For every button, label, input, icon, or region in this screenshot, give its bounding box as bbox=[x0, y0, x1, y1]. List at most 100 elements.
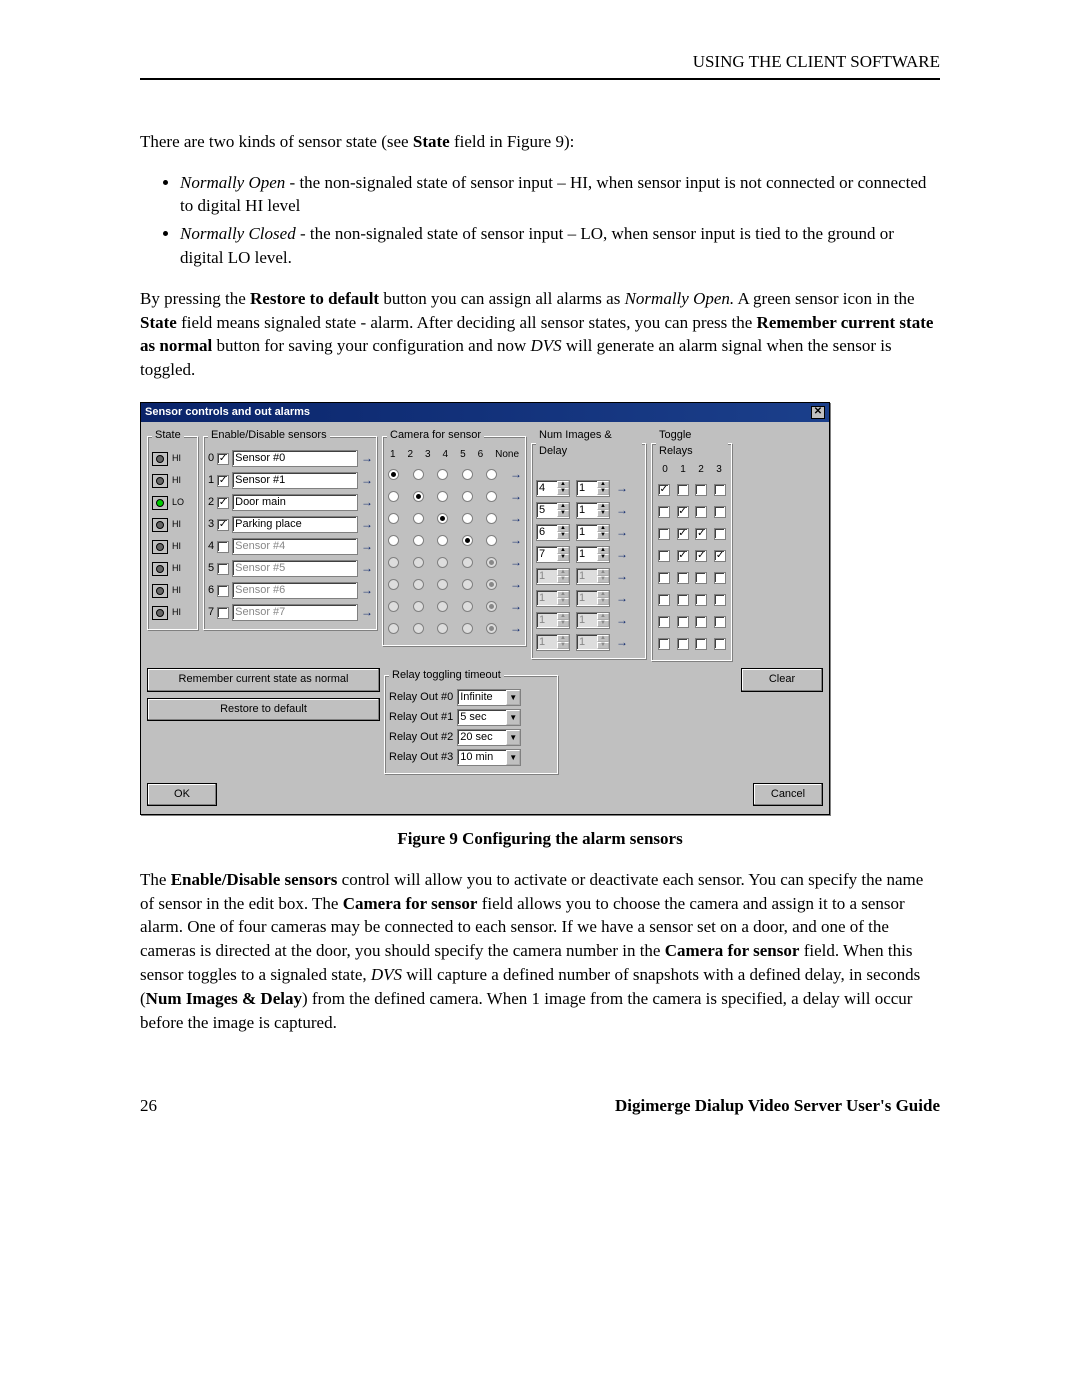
sensor-name-input: Sensor #4 bbox=[232, 538, 358, 555]
camera-radio bbox=[388, 579, 399, 590]
toggle-row: ✓ ✓ ✓ bbox=[656, 545, 728, 567]
relay-toggle-checkbox[interactable] bbox=[658, 506, 670, 518]
enable-checkbox[interactable] bbox=[217, 607, 229, 619]
close-icon[interactable]: ✕ bbox=[811, 406, 825, 419]
enable-checkbox[interactable] bbox=[217, 563, 229, 575]
toggle-row: ✓✓ bbox=[656, 523, 728, 545]
camera-radio[interactable] bbox=[437, 535, 448, 546]
camera-radio[interactable] bbox=[462, 513, 473, 524]
toggle-header-cell: 2 bbox=[698, 463, 704, 477]
camera-radio[interactable] bbox=[462, 535, 473, 546]
chevron-down-icon[interactable]: ▼ bbox=[506, 690, 520, 705]
relay-toggle-checkbox[interactable] bbox=[714, 506, 726, 518]
relay-timeout-select[interactable]: 5 sec▼ bbox=[457, 709, 521, 726]
chevron-down-icon[interactable]: ▼ bbox=[506, 710, 520, 725]
dialog-title: Sensor controls and out alarms bbox=[145, 405, 310, 420]
camera-radio[interactable] bbox=[388, 469, 399, 480]
relay-toggle-checkbox[interactable]: ✓ bbox=[658, 484, 670, 496]
chevron-down-icon[interactable]: ▼ bbox=[506, 750, 520, 765]
post-paragraph: The Enable/Disable sensors control will … bbox=[140, 868, 940, 1035]
arrow-icon: → bbox=[510, 576, 522, 593]
relay-toggle-checkbox[interactable] bbox=[658, 528, 670, 540]
delay-spinner[interactable]: 1▲▼ bbox=[576, 480, 610, 497]
titlebar[interactable]: Sensor controls and out alarms ✕ bbox=[141, 403, 829, 422]
num-images-spinner[interactable]: 5▲▼ bbox=[536, 502, 570, 519]
relay-toggle-checkbox[interactable] bbox=[658, 550, 670, 562]
relay-toggle-checkbox[interactable] bbox=[695, 484, 707, 496]
state-row: HI bbox=[152, 536, 194, 558]
enable-checkbox[interactable] bbox=[217, 585, 229, 597]
numdelay-row: 1▲▼ 1▲▼ → bbox=[536, 609, 642, 631]
numdelay-row: 5▲▼ 1▲▼ → bbox=[536, 499, 642, 521]
camera-radio[interactable] bbox=[462, 469, 473, 480]
arrow-icon: → bbox=[616, 480, 628, 497]
camera-radio[interactable] bbox=[388, 491, 399, 502]
relay-toggle-checkbox bbox=[658, 594, 670, 606]
ok-button[interactable]: OK bbox=[147, 783, 217, 806]
intro-paragraph-1: There are two kinds of sensor state (see… bbox=[140, 130, 940, 154]
chevron-down-icon[interactable]: ▼ bbox=[506, 730, 520, 745]
relay-toggle-checkbox[interactable]: ✓ bbox=[695, 528, 707, 540]
relay-toggle-checkbox[interactable] bbox=[695, 506, 707, 518]
camera-radio[interactable] bbox=[486, 513, 497, 524]
num-images-spinner[interactable]: 4▲▼ bbox=[536, 480, 570, 497]
relay-toggle-checkbox[interactable] bbox=[677, 484, 689, 496]
camera-radio[interactable] bbox=[413, 491, 424, 502]
sensor-name-input[interactable]: Sensor #0 bbox=[232, 450, 358, 467]
intro-paragraph-2: By pressing the Restore to default butto… bbox=[140, 287, 940, 382]
relay-timeout-select[interactable]: Infinite▼ bbox=[457, 689, 521, 706]
camera-radio bbox=[486, 557, 497, 568]
camera-radio[interactable] bbox=[413, 513, 424, 524]
relay-toggle-checkbox bbox=[658, 638, 670, 650]
relay-toggle-checkbox[interactable] bbox=[714, 484, 726, 496]
relay-toggle-checkbox[interactable]: ✓ bbox=[677, 528, 689, 540]
camera-radio bbox=[462, 579, 473, 590]
state-label: HI bbox=[172, 540, 181, 553]
relay-timeout-select[interactable]: 10 min▼ bbox=[457, 749, 521, 766]
camera-radio[interactable] bbox=[462, 491, 473, 502]
camera-radio bbox=[462, 601, 473, 612]
enable-row: 2 ✓ Door main → bbox=[208, 492, 373, 514]
delay-spinner: 1▲▼ bbox=[576, 568, 610, 585]
camera-radio[interactable] bbox=[388, 535, 399, 546]
camera-radio[interactable] bbox=[486, 469, 497, 480]
delay-spinner[interactable]: 1▲▼ bbox=[576, 546, 610, 563]
camera-radio[interactable] bbox=[413, 469, 424, 480]
delay-spinner[interactable]: 1▲▼ bbox=[576, 524, 610, 541]
restore-button[interactable]: Restore to default bbox=[147, 698, 380, 721]
relay-toggle-checkbox[interactable]: ✓ bbox=[695, 550, 707, 562]
sensor-name-input[interactable]: Door main bbox=[232, 494, 358, 511]
remember-button[interactable]: Remember current state as normal bbox=[147, 668, 380, 691]
camera-radio[interactable] bbox=[486, 491, 497, 502]
relay-toggle-checkbox[interactable] bbox=[714, 528, 726, 540]
enable-checkbox[interactable]: ✓ bbox=[217, 475, 229, 487]
enable-checkbox[interactable]: ✓ bbox=[217, 519, 229, 531]
relay-toggle-checkbox[interactable]: ✓ bbox=[677, 506, 689, 518]
enable-checkbox[interactable]: ✓ bbox=[217, 497, 229, 509]
state-row: HI bbox=[152, 470, 194, 492]
relay-toggle-checkbox[interactable]: ✓ bbox=[677, 550, 689, 562]
num-images-spinner[interactable]: 6▲▼ bbox=[536, 524, 570, 541]
enable-checkbox[interactable]: ✓ bbox=[217, 453, 229, 465]
camera-radio[interactable] bbox=[413, 535, 424, 546]
delay-spinner[interactable]: 1▲▼ bbox=[576, 502, 610, 519]
camera-radio[interactable] bbox=[486, 535, 497, 546]
arrow-icon: → bbox=[361, 516, 373, 533]
relay-toggle-checkbox[interactable]: ✓ bbox=[714, 550, 726, 562]
cancel-button[interactable]: Cancel bbox=[753, 783, 823, 806]
sensor-name-input[interactable]: Sensor #1 bbox=[232, 472, 358, 489]
arrow-icon: → bbox=[616, 568, 628, 585]
num-images-spinner[interactable]: 7▲▼ bbox=[536, 546, 570, 563]
camera-radio[interactable] bbox=[437, 469, 448, 480]
camera-radio[interactable] bbox=[388, 513, 399, 524]
camera-radio bbox=[486, 623, 497, 634]
camera-radio[interactable] bbox=[437, 491, 448, 502]
sensor-name-input[interactable]: Parking place bbox=[232, 516, 358, 533]
arrow-icon: → bbox=[361, 472, 373, 489]
clear-button[interactable]: Clear bbox=[741, 668, 823, 691]
relay-toggle-checkbox bbox=[677, 594, 689, 606]
enable-checkbox[interactable] bbox=[217, 541, 229, 553]
camera-radio[interactable] bbox=[437, 513, 448, 524]
relay-timeout-select[interactable]: 20 sec▼ bbox=[457, 729, 521, 746]
state-row: HI bbox=[152, 514, 194, 536]
